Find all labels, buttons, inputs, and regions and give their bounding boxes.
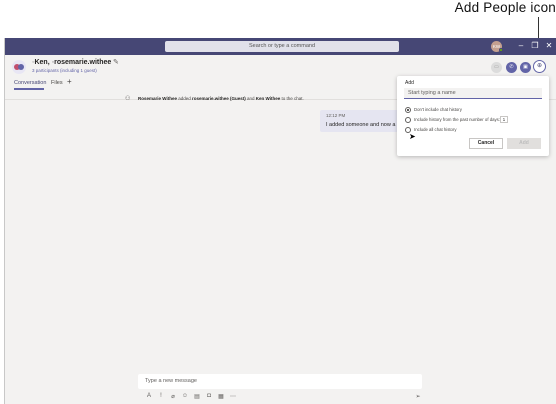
teams-window: Search or type a command KW – ❐ ✕ ◦Ken, … [4,38,556,404]
panel-title: Add [405,80,414,86]
participant-name-2: rosemarie.withee [54,59,112,66]
close-button[interactable]: ✕ [542,39,556,53]
active-tab-indicator [14,88,44,90]
tab-conversation[interactable]: Conversation [14,80,46,86]
attach-icon[interactable]: ⌀ [169,393,177,400]
search-input[interactable]: Search or type a command [165,41,399,52]
gif-icon[interactable]: ▤ [193,393,201,400]
message-time: 12:12 PM [326,113,346,118]
maximize-button[interactable]: ❐ [528,39,542,53]
share-screen-icon[interactable]: ▭ [491,62,502,73]
people-added-icon: ⚇ [125,96,131,102]
system-actor: Rosemarie Withee [138,96,177,101]
compose-toolbar: A ! ⌀ ☺ ▤ ◘ ▦ ⋯ ➢ [138,393,438,403]
add-people-panel: Add Start typing a name Don't include ch… [397,76,549,156]
callout-label: Add People icon [454,0,556,15]
message-text: I added someone and now a n [326,122,401,128]
title-bar: Search or type a command KW – ❐ ✕ [5,38,556,55]
add-button[interactable]: Add [507,138,541,149]
system-target-2: Ken Withee [255,96,281,101]
mouse-cursor-icon: ➤ [409,132,416,141]
video-call-icon[interactable]: ▣ [520,62,531,73]
chat-title[interactable]: ◦Ken, ◦rosemarie.withee [32,59,111,66]
system-tail: to the chat. [280,96,304,101]
cancel-button[interactable]: Cancel [469,138,503,149]
group-avatar [12,60,26,74]
sticker-icon[interactable]: ◘ [205,393,213,399]
message-compose-box[interactable]: Type a new message [138,374,422,389]
system-message: Rosemarie Withee added rosemarie.withee … [138,96,304,101]
system-conj: and [245,96,256,101]
system-target: rosemarie.withee (Guest) [192,96,246,101]
participant-name-1: Ken, [34,59,50,66]
add-tab-icon[interactable]: + [67,77,72,86]
format-icon[interactable]: A [145,393,153,399]
days-input[interactable]: 1 [500,116,508,123]
radio-no-history[interactable] [405,107,411,113]
option-past-days-label: Include history from the past number of … [414,117,500,122]
screenshot-stage: Add People icon Search or type a command… [0,0,556,404]
avatar-person-2 [18,64,24,70]
add-people-icon[interactable]: ⊕ [533,60,546,73]
more-icon[interactable]: ⋯ [229,393,237,400]
option-all-history-label: Include all chat history [414,127,457,132]
option-no-history-label: Don't include chat history [414,107,462,112]
radio-past-days[interactable] [405,117,411,123]
tab-files[interactable]: Files [51,80,63,86]
presence-dot [499,48,503,52]
meet-icon[interactable]: ▦ [217,393,225,400]
system-verb: added [176,96,192,101]
pencil-icon[interactable]: ✎ [113,58,119,66]
audio-call-icon[interactable]: ✆ [506,62,517,73]
name-input[interactable]: Start typing a name [404,88,542,99]
important-icon[interactable]: ! [157,393,165,399]
minimize-button[interactable]: – [514,39,528,53]
emoji-icon[interactable]: ☺ [181,393,189,399]
participants-summary[interactable]: 3 participants (including 1 guest) [32,68,97,73]
send-icon[interactable]: ➢ [414,393,422,400]
